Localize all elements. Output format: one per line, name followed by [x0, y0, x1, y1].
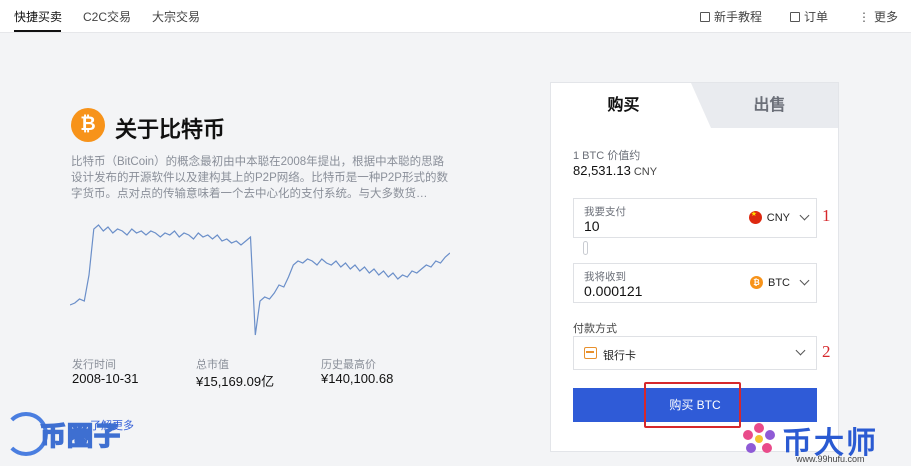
watermark-left-text: 币圈子: [39, 420, 122, 452]
about-title: 关于比特币: [115, 117, 226, 142]
nav-more[interactable]: ⋮ 更多: [858, 8, 898, 25]
payment-method-select[interactable]: 银行卡: [573, 336, 817, 370]
btc-coin-icon: ₿: [750, 276, 763, 289]
tab-quick-trade[interactable]: 快捷买卖: [14, 8, 62, 25]
active-tab-indicator: [14, 30, 61, 32]
nav-tutorial[interactable]: 新手教程: [700, 8, 762, 25]
chevron-down-icon: [799, 210, 810, 221]
stat-value-ath: ¥140,100.68: [321, 371, 394, 386]
price-unit: CNY: [633, 166, 658, 178]
price-chart: [70, 224, 450, 336]
bank-card-icon: [584, 347, 597, 359]
chevron-down-icon: [795, 345, 806, 356]
annotation-2: 2: [822, 342, 831, 361]
receive-amount-input[interactable]: 0.000121: [584, 283, 642, 299]
price-label: 1 BTC 价值约: [573, 150, 641, 162]
watermark-right-url: www.99hufu.com: [796, 454, 865, 464]
nav-tutorial-label: 新手教程: [714, 10, 763, 24]
cny-flag-icon: [748, 210, 762, 224]
stat-value-market-cap: ¥15,169.09亿: [196, 374, 275, 389]
about-description: 比特币（BitCoin）的概念最初由中本聪在2008年提出，根据中本聪的思路设计…: [71, 156, 448, 200]
receive-currency-label: BTC: [768, 276, 790, 289]
chevron-down-icon: [799, 275, 810, 286]
price-line-series: [70, 224, 450, 336]
stat-label-ath: 历史最高价: [321, 359, 376, 371]
pay-amount-field[interactable]: 我要支付 10 CNY: [573, 198, 817, 238]
tab-block-trade[interactable]: 大宗交易: [152, 8, 200, 25]
receive-amount-label: 我将收到: [584, 271, 626, 283]
link-icon: [583, 241, 588, 255]
tab-c2c[interactable]: C2C交易: [83, 8, 131, 25]
order-icon: [790, 11, 800, 22]
watermark-left: 币圈子: [4, 412, 121, 456]
price-amount: 82,531.13: [573, 163, 631, 178]
stat-label-issue-date: 发行时间: [72, 359, 116, 371]
pay-amount-label: 我要支付: [584, 206, 626, 218]
tab-buy[interactable]: 购买: [551, 83, 696, 128]
more-icon: ⋮: [858, 9, 870, 24]
flower-logo-icon: [743, 423, 775, 453]
nav-orders[interactable]: 订单: [790, 8, 828, 25]
pay-currency-select[interactable]: CNY: [748, 210, 810, 224]
panel-tabs: 购买 出售: [551, 83, 838, 128]
pay-amount-input[interactable]: 10: [584, 218, 600, 234]
payment-method-value: 银行卡: [603, 350, 636, 362]
top-nav: 快捷买卖 C2C交易 大宗交易 新手教程 订单 ⋮ 更多: [0, 0, 911, 33]
receive-currency-select[interactable]: ₿ BTC: [750, 275, 810, 289]
receive-amount-field[interactable]: 我将收到 0.000121 ₿ BTC: [573, 263, 817, 303]
nav-more-label: 更多: [874, 10, 899, 24]
btc-logo-icon: ₿: [71, 108, 105, 142]
video-icon: [700, 11, 710, 22]
watermark-right: 币大师 www.99hufu.com: [738, 418, 908, 466]
tab-sell[interactable]: 出售: [701, 83, 838, 128]
nav-orders-label: 订单: [804, 10, 829, 24]
pay-currency-label: CNY: [766, 211, 790, 224]
price-value: 82,531.13 CNY: [573, 163, 657, 178]
annotation-1: 1: [822, 206, 831, 225]
payment-method-label: 付款方式: [573, 323, 617, 335]
stat-label-market-cap: 总市值: [196, 359, 229, 371]
stat-value-issue-date: 2008-10-31: [72, 371, 139, 386]
highlight-box: [644, 382, 741, 428]
